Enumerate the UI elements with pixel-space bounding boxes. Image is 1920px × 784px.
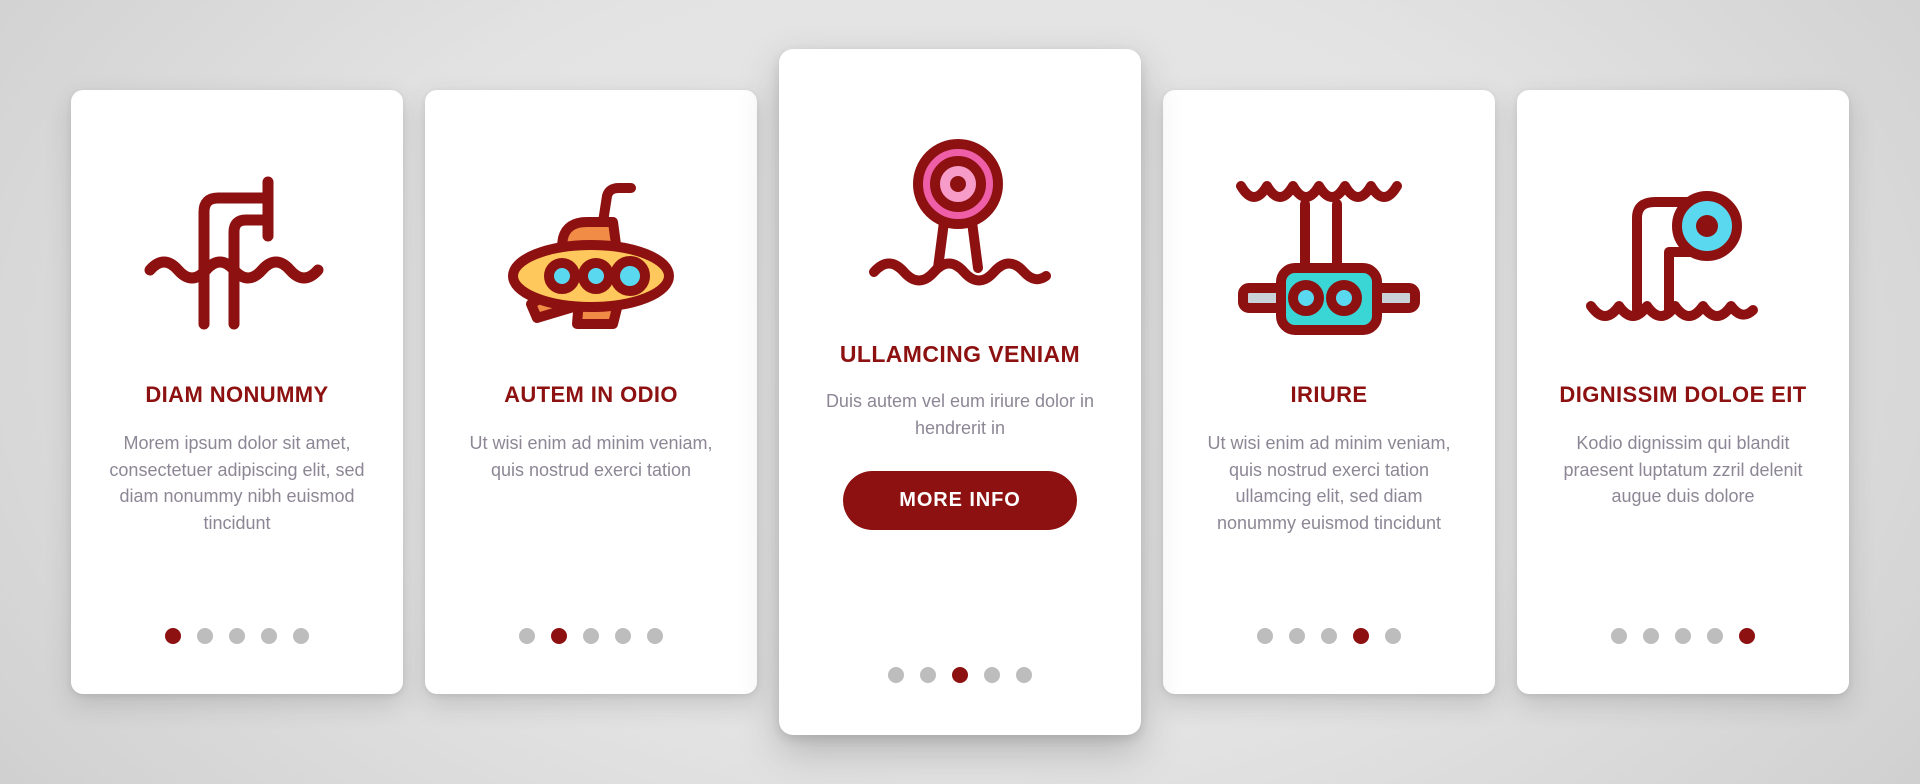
pagination-dot[interactable]	[229, 628, 245, 644]
pagination-dot[interactable]	[615, 628, 631, 644]
periscope-waves-icon	[71, 146, 403, 356]
pagination-dot[interactable]	[551, 628, 567, 644]
pagination-dots	[1163, 628, 1495, 644]
card-title: DIAM NONUMMY	[145, 382, 329, 407]
card-body: Duis autem vel eum iriure dolor in hendr…	[825, 391, 1095, 438]
onboarding-card-4[interactable]: IRIURE Ut wisi enim ad minim veniam, qui…	[1163, 90, 1495, 694]
pagination-dots	[71, 628, 403, 644]
pagination-dot[interactable]	[920, 667, 936, 683]
submarine-icon	[425, 146, 757, 356]
pagination-dot[interactable]	[1016, 667, 1032, 683]
more-info-button[interactable]: MORE INFO	[843, 471, 1077, 531]
pagination-dot[interactable]	[293, 628, 309, 644]
pagination-dot[interactable]	[165, 628, 181, 644]
pagination-dot[interactable]	[952, 667, 968, 683]
underwater-drone-icon	[1163, 146, 1495, 356]
card-body: Ut wisi enim ad minim veniam, quis nostr…	[469, 433, 713, 480]
pagination-dot[interactable]	[1385, 628, 1401, 644]
card-title: AUTEM IN ODIO	[504, 382, 678, 407]
card-title: DIGNISSIM DOLOE EIT	[1559, 382, 1807, 407]
pagination-dot[interactable]	[519, 628, 535, 644]
pagination-dot[interactable]	[888, 667, 904, 683]
card-title: IRIURE	[1290, 382, 1368, 407]
buoy-marker-waves-icon	[779, 111, 1141, 321]
pagination-dot[interactable]	[1611, 628, 1627, 644]
onboarding-card-2[interactable]: AUTEM IN ODIO Ut wisi enim ad minim veni…	[425, 90, 757, 694]
pagination-dots	[779, 667, 1141, 683]
card-body: Kodio dignissim qui blandit praesent lup…	[1563, 433, 1803, 507]
pagination-dot[interactable]	[583, 628, 599, 644]
pagination-dot[interactable]	[197, 628, 213, 644]
card-title: ULLAMCING VENIAM	[839, 341, 1081, 367]
pagination-dot[interactable]	[1739, 628, 1755, 644]
card-body: Ut wisi enim ad minim veniam, quis nostr…	[1207, 433, 1451, 533]
periscope-lens-waves-icon	[1517, 146, 1849, 356]
pagination-dot[interactable]	[1353, 628, 1369, 644]
pagination-dot[interactable]	[1321, 628, 1337, 644]
pagination-dots	[425, 628, 757, 644]
pagination-dots	[1517, 628, 1849, 644]
onboarding-card-1[interactable]: DIAM NONUMMY Morem ipsum dolor sit amet,…	[71, 90, 403, 694]
onboarding-card-3[interactable]: ULLAMCING VENIAM Duis autem vel eum iriu…	[779, 49, 1141, 735]
pagination-dot[interactable]	[1707, 628, 1723, 644]
onboarding-carousel: DIAM NONUMMY Morem ipsum dolor sit amet,…	[0, 0, 1920, 784]
card-body: Morem ipsum dolor sit amet, consectetuer…	[109, 433, 365, 533]
pagination-dot[interactable]	[647, 628, 663, 644]
pagination-dot[interactable]	[984, 667, 1000, 683]
pagination-dot[interactable]	[1675, 628, 1691, 644]
pagination-dot[interactable]	[1257, 628, 1273, 644]
onboarding-card-5[interactable]: DIGNISSIM DOLOE EIT Kodio dignissim qui …	[1517, 90, 1849, 694]
pagination-dot[interactable]	[1643, 628, 1659, 644]
pagination-dot[interactable]	[1289, 628, 1305, 644]
pagination-dot[interactable]	[261, 628, 277, 644]
